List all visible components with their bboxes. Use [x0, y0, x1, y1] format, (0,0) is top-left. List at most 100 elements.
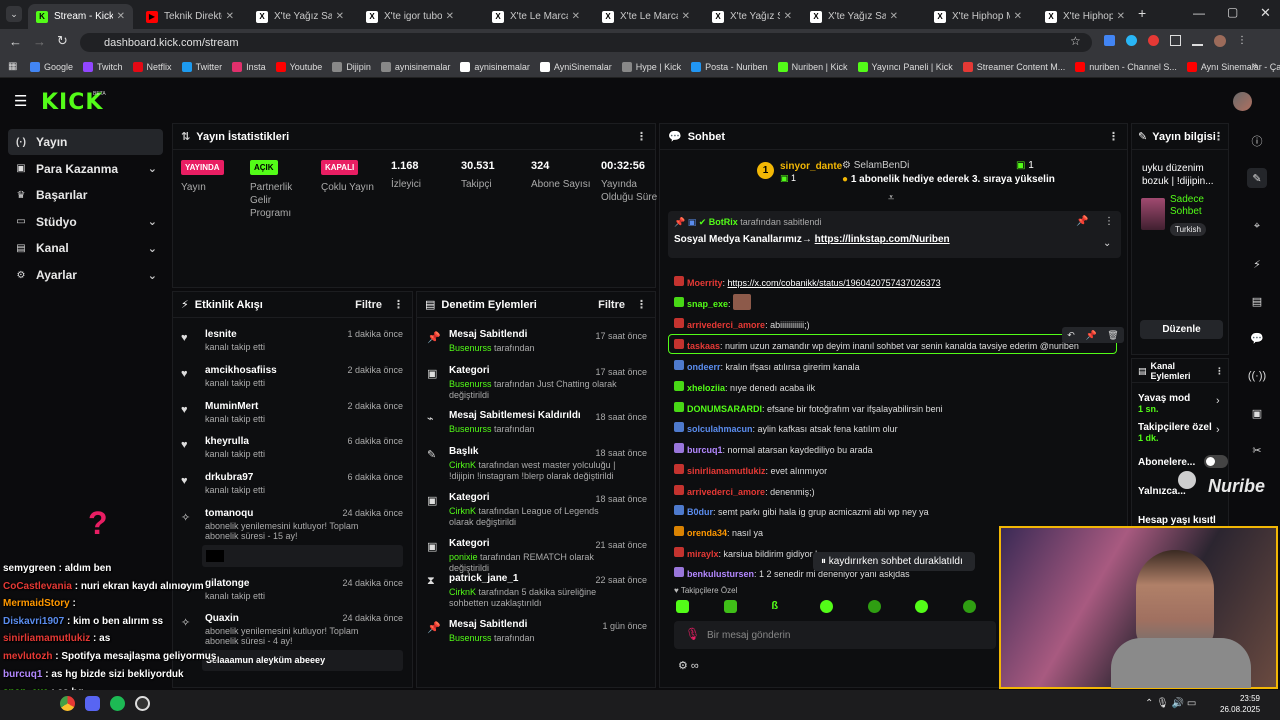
bookmark-item[interactable]: nuriben - Channel S...: [1075, 61, 1177, 72]
mod-actor[interactable]: Busenurss: [449, 424, 492, 434]
mod-filter-button[interactable]: Filtre: [598, 299, 625, 311]
bookmark-item[interactable]: Aynı Sinemalar - Ça...: [1186, 61, 1280, 72]
bookmark-item[interactable]: aynisinemalar: [380, 61, 450, 72]
sidebar-item[interactable]: ♛ Başarılar: [8, 182, 163, 208]
chat-username[interactable]: B0dur: [687, 507, 713, 517]
collapse-icon[interactable]: ⩡: [888, 192, 894, 205]
bookmarks-overflow-icon[interactable]: »: [1252, 60, 1258, 71]
chat-username[interactable]: benkulustursen: [687, 569, 754, 579]
mic-icon[interactable]: 🎙: [685, 627, 700, 641]
profile-avatar-icon[interactable]: [1214, 35, 1226, 47]
chat-input[interactable]: 🎙 Bir mesaj gönderin: [674, 621, 996, 649]
back-icon[interactable]: ←: [9, 34, 22, 49]
tab-close-icon[interactable]: ✕: [446, 11, 454, 22]
pinned-menu-icon[interactable]: ⋮: [1104, 216, 1114, 227]
mod-actor[interactable]: CirknK: [449, 587, 476, 597]
bookmark-item[interactable]: Posta - Nuriben: [691, 61, 768, 72]
user-avatar[interactable]: [1233, 92, 1252, 111]
pin-message-icon[interactable]: 📌: [1085, 330, 1096, 341]
pinned-by-user[interactable]: BotRix: [709, 217, 738, 227]
bookmark-item[interactable]: aynisinemalar: [460, 61, 530, 72]
extension-shield-icon[interactable]: [1104, 35, 1115, 46]
info-side-icon[interactable]: ⓘ: [1247, 131, 1267, 151]
emote-7-icon[interactable]: [962, 600, 976, 613]
channel-actions-menu-icon[interactable]: ⋮: [1215, 366, 1224, 376]
delete-icon[interactable]: 🗑: [1107, 330, 1118, 341]
chevron-down-icon[interactable]: ⌄: [148, 215, 157, 228]
mod-menu-icon[interactable]: ⋮: [636, 298, 647, 311]
pinned-link[interactable]: https://linkstap.com/Nuriben: [815, 234, 950, 245]
list-side-icon[interactable]: ▣: [1247, 403, 1267, 423]
edit-button[interactable]: Düzenle: [1140, 320, 1223, 339]
browser-tab[interactable]: ▶ Teknik Direktörün ✕: [138, 4, 242, 29]
gift-top-user[interactable]: sinyor_dante: [780, 161, 842, 172]
browser-tab[interactable]: K Stream - Kick Das ✕: [28, 4, 133, 29]
extension-icons[interactable]: ⋮: [1104, 35, 1247, 47]
bolt-side-icon[interactable]: ⚡: [1247, 254, 1267, 274]
emote-3-icon[interactable]: ß: [771, 600, 785, 613]
slow-mode-row[interactable]: Yavaş mod 1 sn.: [1138, 393, 1190, 415]
forward-icon[interactable]: →: [33, 34, 46, 49]
close-window-button[interactable]: ✕: [1260, 5, 1271, 21]
chevron-down-icon[interactable]: ⌄: [148, 269, 157, 282]
gift-from-user[interactable]: ⚙ SelamBenDi: [842, 160, 909, 171]
hamburger-menu-icon[interactable]: ☰: [14, 92, 27, 110]
apps-grid-icon[interactable]: ▦: [8, 61, 17, 72]
account-age-label[interactable]: Hesap yaşı kısıtl: [1138, 515, 1216, 526]
chevron-down-icon[interactable]: ⌄: [148, 242, 157, 255]
chat-username[interactable]: ondeerr: [687, 362, 721, 372]
tab-close-icon[interactable]: ✕: [682, 11, 690, 22]
bookmark-item[interactable]: Insta: [232, 61, 266, 72]
tab-close-icon[interactable]: ✕: [890, 11, 898, 22]
obs-app-icon[interactable]: [135, 696, 150, 711]
chat-username[interactable]: DONUMSARARDI: [687, 404, 762, 414]
bookmark-star-icon[interactable]: ☆: [1070, 34, 1081, 48]
mod-actor[interactable]: CirknK: [449, 506, 476, 516]
url-input[interactable]: dashboard.kick.com/stream: [80, 33, 1092, 52]
browser-tab[interactable]: X X'te Yağız Sabunc ✕: [802, 4, 906, 29]
bookmark-item[interactable]: Hype | Kick: [621, 61, 681, 72]
activity-filter-button[interactable]: Filtre: [355, 299, 382, 311]
mod-actor[interactable]: ponixie: [449, 552, 478, 562]
new-tab-button[interactable]: +: [1138, 5, 1146, 21]
chat-username[interactable]: arrivederci_amore: [687, 487, 765, 497]
bookmark-item[interactable]: Netflix: [132, 61, 172, 72]
stats-menu-icon[interactable]: ⋮: [636, 130, 647, 143]
tab-close-icon[interactable]: ✕: [1014, 11, 1022, 22]
doc-side-icon[interactable]: ▤: [1247, 291, 1267, 311]
bookmark-item[interactable]: Twitter: [181, 61, 222, 72]
menu-icon[interactable]: ⋮: [1237, 35, 1247, 47]
info-menu-icon[interactable]: ⋮: [1213, 130, 1224, 143]
emote-4-icon[interactable]: [819, 600, 833, 613]
reload-icon[interactable]: ↻: [57, 33, 68, 49]
chat-username[interactable]: burcuq1: [687, 445, 723, 455]
unpin-icon[interactable]: 📌: [1076, 216, 1088, 227]
followers-chevron-icon[interactable]: ›: [1216, 424, 1220, 436]
tab-close-icon[interactable]: ✕: [226, 11, 234, 22]
tool-side-icon[interactable]: ✂: [1247, 440, 1267, 460]
pinned-expand-icon[interactable]: ⌄: [1103, 238, 1111, 249]
browser-tab[interactable]: X X'te Yağız Sabunc ✕: [704, 4, 800, 29]
tab-close-icon[interactable]: ✕: [117, 11, 125, 22]
bookmark-item[interactable]: Nuriben | Kick: [777, 61, 848, 72]
emote-2-icon[interactable]: [723, 600, 737, 613]
bookmark-item[interactable]: Google: [30, 61, 73, 72]
chat-menu-icon[interactable]: ⋮: [1108, 130, 1119, 143]
taskbar-apps[interactable]: [60, 696, 150, 711]
bookmark-item[interactable]: AyniSinemalar: [539, 61, 612, 72]
browser-tab[interactable]: X X'te Hiphop Merk ✕: [926, 4, 1030, 29]
broadcast-side-icon[interactable]: ((·)): [1247, 366, 1267, 386]
discord-app-icon[interactable]: [85, 696, 100, 711]
chat-username[interactable]: snap_exe: [687, 299, 728, 309]
chat-username[interactable]: Moerrity: [687, 278, 723, 288]
extension-record-icon[interactable]: [1148, 35, 1159, 46]
browser-tab[interactable]: X X'te igor tuborg: ✕: [358, 4, 462, 29]
chat-username[interactable]: sinirliamamutlukiz: [687, 466, 766, 476]
browser-tab[interactable]: X X'te Le Marca Spo ✕: [484, 4, 588, 29]
chat-username[interactable]: solculahmacun: [687, 424, 753, 434]
chat-username[interactable]: miraylx: [687, 549, 719, 559]
sidebar-item[interactable]: ▣ Para Kazanma ⌄: [8, 156, 163, 182]
browser-tab[interactable]: X X'te Hiphop Merk ✕: [1037, 4, 1133, 29]
emote-5-icon[interactable]: [867, 600, 881, 613]
followers-mode-row[interactable]: Takipçilere özel 1 dk.: [1138, 422, 1216, 444]
